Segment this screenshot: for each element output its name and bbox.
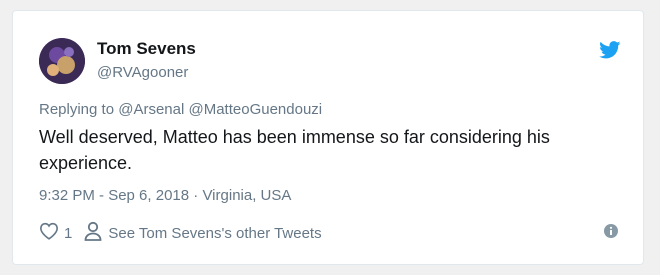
meta-separator: · xyxy=(193,187,199,204)
author-handle[interactable]: @RVAgooner xyxy=(97,64,188,81)
mention-guendouzi[interactable]: @MatteoGuendouzi xyxy=(188,101,322,118)
reply-context: Replying to @Arsenal @MatteoGuendouzi xyxy=(39,101,322,118)
tweet-card: Tom Sevens @RVAgooner Replying to @Arsen… xyxy=(12,10,644,265)
heart-icon xyxy=(39,222,59,244)
person-icon xyxy=(84,221,102,245)
tweet-timestamp[interactable]: 9:32 PM - Sep 6, 2018 xyxy=(39,187,189,204)
tweet-actions: 1 See Tom Sevens's other Tweets xyxy=(39,221,322,245)
like-count: 1 xyxy=(64,224,73,242)
mention-arsenal[interactable]: @Arsenal xyxy=(118,101,184,118)
tweet-location[interactable]: Virginia, USA xyxy=(202,187,291,204)
tweet-text: Well deserved, Matteo has been immense s… xyxy=(39,127,550,173)
replying-prefix: Replying to xyxy=(39,101,115,118)
author-name[interactable]: Tom Sevens xyxy=(97,39,196,59)
avatar[interactable] xyxy=(39,38,85,84)
like-button[interactable]: 1 xyxy=(39,222,84,244)
other-tweets-label: See Tom Sevens's other Tweets xyxy=(108,224,322,242)
info-icon[interactable] xyxy=(604,224,618,238)
twitter-bird-icon[interactable] xyxy=(599,41,621,59)
tweet-meta: 9:32 PM - Sep 6, 2018 · Virginia, USA xyxy=(39,187,291,204)
other-tweets-link[interactable]: See Tom Sevens's other Tweets xyxy=(84,221,322,245)
